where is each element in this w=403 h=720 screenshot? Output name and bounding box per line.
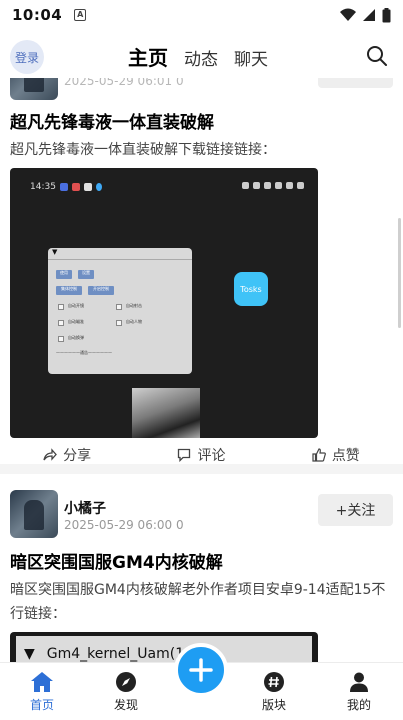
share-label: 分享 — [63, 448, 92, 464]
bottom-nav: 首页 发现 版块 我的 — [0, 643, 403, 720]
menu-option: 自动人物 — [126, 319, 142, 324]
share-icon — [43, 448, 58, 461]
collapse-triangle-icon: ▼ — [24, 646, 35, 662]
post-title[interactable]: 超凡先锋毒液一体直装破解 — [10, 108, 214, 133]
post-description: 暗区突围国服GM4内核破解老外作者项目安卓9-14适配15不行链接： — [10, 582, 386, 622]
menu-option: 自动换弹 — [68, 335, 84, 340]
nav-discover-label: 发现 — [113, 698, 138, 712]
top-tabs: 主页 动态 聊天 — [128, 42, 268, 71]
follow-button[interactable]: +关注 — [318, 494, 393, 526]
top-header: 登录 主页 动态 聊天 — [0, 34, 403, 78]
menu-button: 设置 — [78, 270, 94, 279]
menu-option: 自动瞄准 — [68, 319, 84, 324]
like-label: 点赞 — [331, 448, 360, 464]
menu-option: 自动开镜 — [68, 303, 84, 308]
post-card[interactable]: 2025-05-29 06:01 0 超凡先锋毒液一体直装破解 超凡先锋毒液一体… — [0, 78, 403, 464]
post-feed[interactable]: 2025-05-29 06:01 0 超凡先锋毒液一体直装破解 超凡先锋毒液一体… — [0, 78, 403, 662]
user-icon — [350, 672, 368, 692]
post-actions: 分享 评论 点赞 — [0, 438, 403, 472]
avatar[interactable] — [10, 490, 58, 538]
post-description: 超凡先锋毒液一体直装破解下载链接链接： — [10, 142, 276, 158]
battery-icon — [382, 7, 391, 22]
image-clock: 14:35 — [30, 182, 56, 192]
menu-button: 集体控制 — [56, 286, 82, 295]
tab-home[interactable]: 主页 — [128, 42, 168, 71]
nav-boards-label: 版块 — [261, 698, 286, 712]
search-icon[interactable] — [365, 44, 389, 68]
nav-home-label: 首页 — [29, 698, 54, 712]
hashtag-icon — [264, 672, 284, 692]
status-bar: 10:04 A — [0, 0, 403, 30]
comment-button[interactable]: 评论 — [177, 445, 225, 465]
wifi-icon — [340, 8, 356, 21]
post-time: 2025-05-29 06:00 0 — [64, 518, 184, 532]
nav-me[interactable]: 我的 — [329, 671, 389, 713]
nav-me-label: 我的 — [346, 698, 371, 712]
app-notification-icon: A — [74, 9, 87, 21]
image-status-bar: 14:35 — [30, 182, 102, 192]
post-image[interactable]: ▼ Gm4_kernel_Uam(1004) — [10, 632, 318, 662]
plus-icon — [189, 658, 213, 682]
login-button[interactable]: 登录 — [10, 40, 44, 74]
signal-icon — [363, 9, 375, 21]
post-time: 2025-05-29 06:01 0 — [64, 78, 184, 88]
post-card[interactable]: 小橘子 2025-05-29 06:00 0 +关注 暗区突围国服GM4内核破解… — [0, 474, 403, 662]
compass-icon — [116, 672, 136, 692]
menu-button: 开启控制 — [88, 286, 114, 295]
post-title[interactable]: 暗区突围国服GM4内核破解 — [10, 548, 223, 573]
menu-option: 自动射击 — [126, 303, 142, 308]
thumbs-up-icon — [312, 448, 326, 462]
menu-button: 使用 — [56, 270, 72, 279]
kernel-window-titlebar: ▼ Gm4_kernel_Uam(1004) — [16, 636, 312, 662]
tab-dynamics[interactable]: 动态 — [184, 45, 218, 70]
like-button[interactable]: 点赞 — [312, 445, 360, 465]
comment-label: 评论 — [197, 448, 226, 464]
cheat-menu-dialog: ▼ 使用 设置 集体控制 开启控制 自动开镜 自动射击 自动瞄准 自动人物 自动… — [48, 248, 192, 374]
status-icons — [340, 7, 391, 23]
share-button[interactable]: 分享 — [43, 445, 91, 465]
nav-home[interactable]: 首页 — [12, 671, 72, 713]
create-post-button[interactable] — [174, 643, 228, 697]
floating-button: Tosks — [234, 272, 268, 306]
venom-thumbnail — [132, 388, 200, 438]
home-icon — [31, 672, 53, 692]
status-time: 10:04 — [12, 6, 63, 24]
tab-chat[interactable]: 聊天 — [234, 45, 268, 70]
menu-footer: ——————通告—————— — [56, 350, 112, 355]
follow-button-partial[interactable] — [318, 78, 393, 88]
avatar[interactable] — [10, 78, 58, 100]
nav-discover[interactable]: 发现 — [96, 671, 156, 713]
author-name[interactable]: 小橘子 — [64, 498, 106, 518]
post-image[interactable]: 14:35 ▼ 使用 设置 集体控制 开启控制 自动开镜 自动射击 自动瞄准 自… — [10, 168, 318, 438]
comment-icon — [178, 448, 191, 462]
image-status-icons — [242, 182, 304, 189]
nav-boards[interactable]: 版块 — [244, 671, 304, 713]
